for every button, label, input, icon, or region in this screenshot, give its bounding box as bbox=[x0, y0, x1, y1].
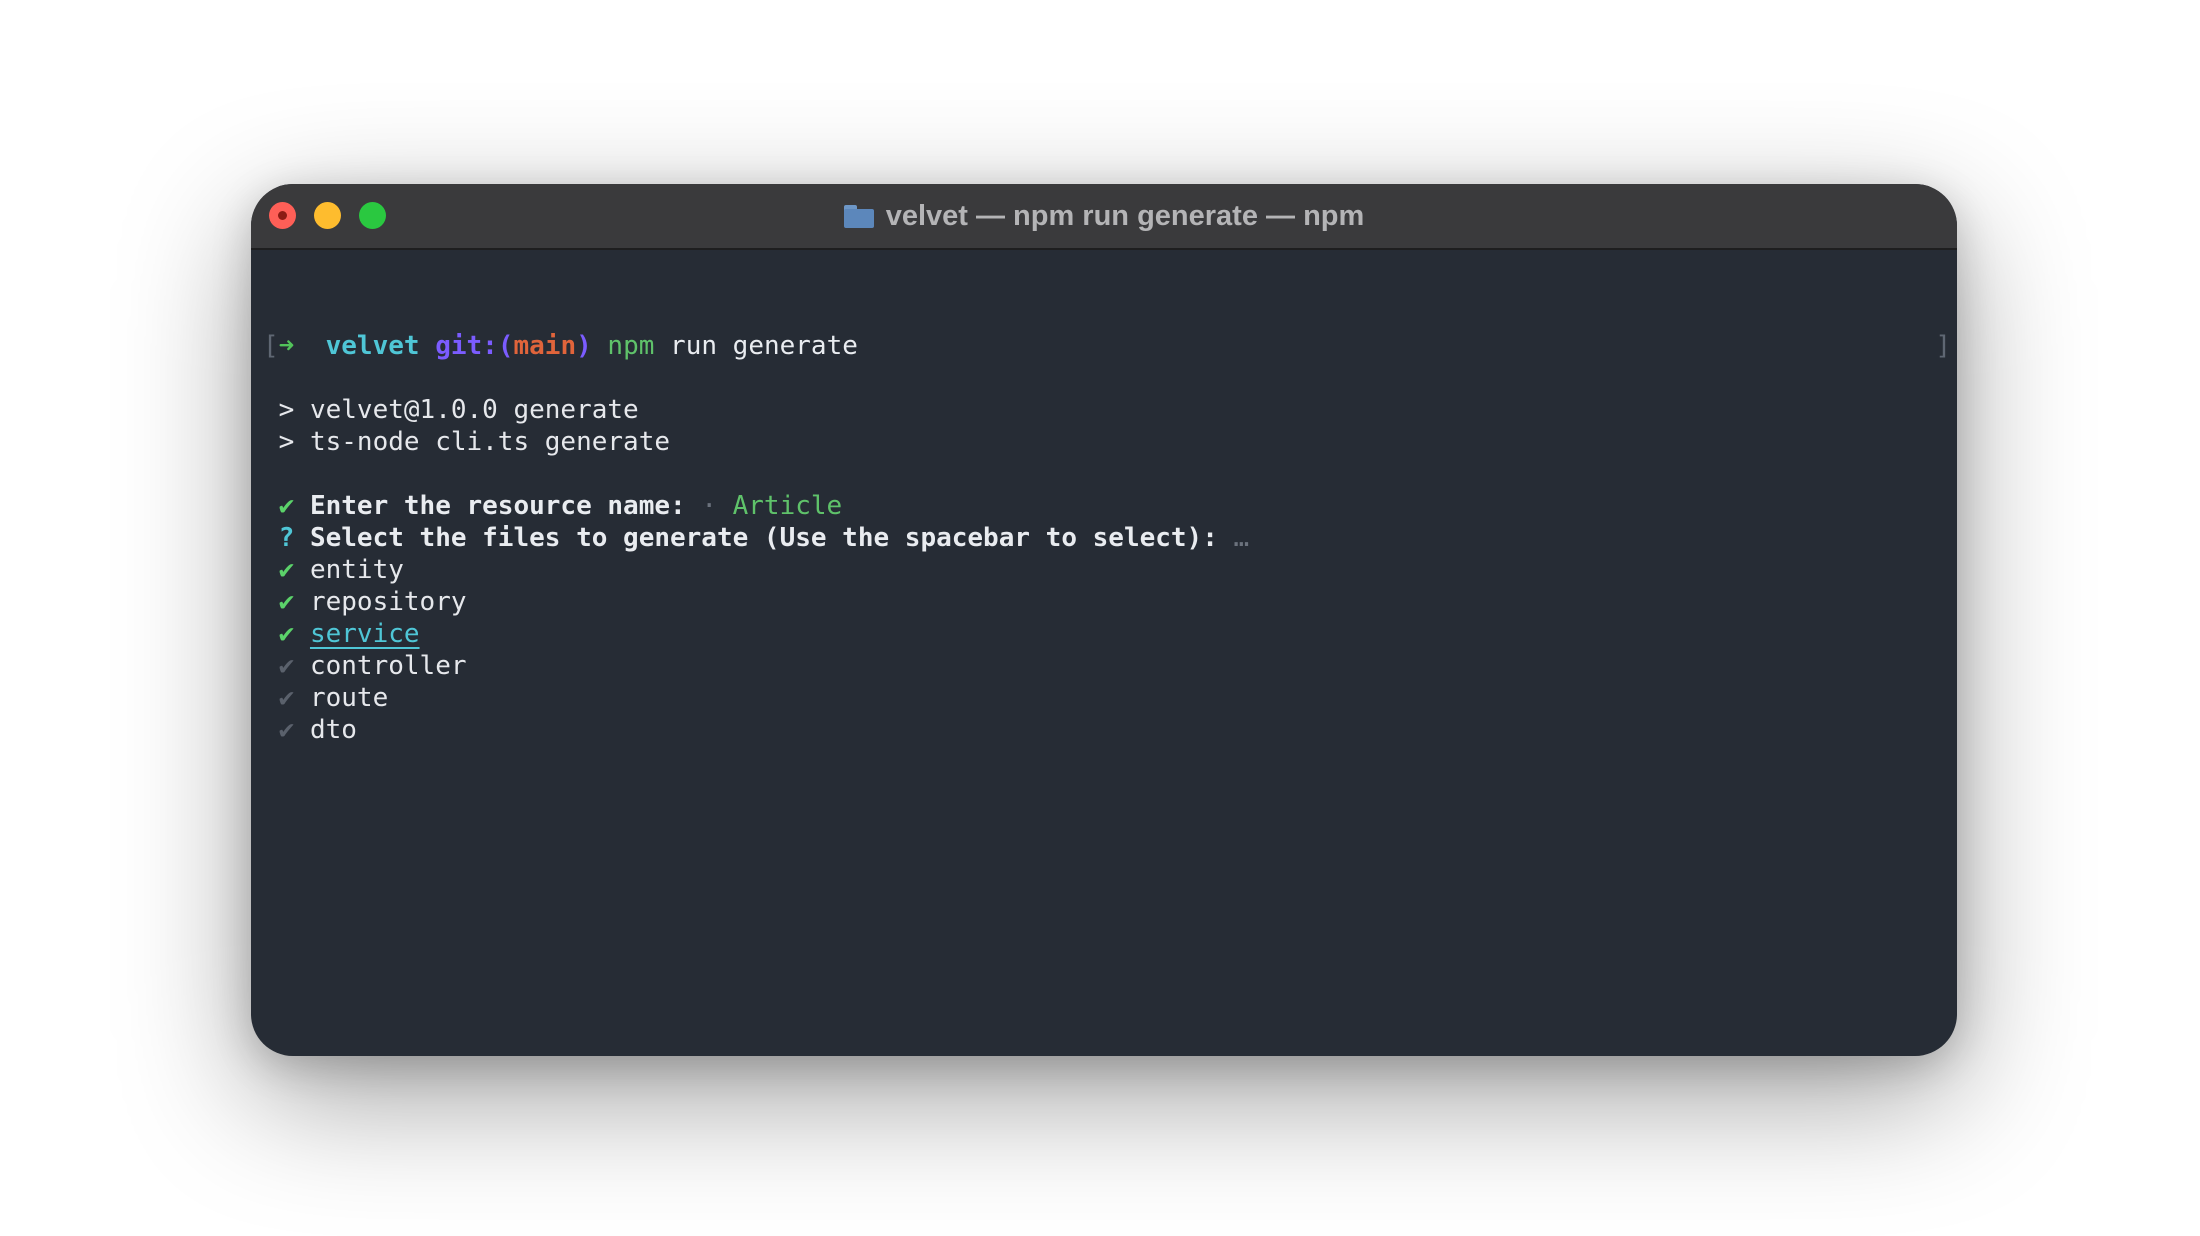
folder-icon bbox=[843, 204, 874, 228]
window-title: velvet — npm run generate — npm bbox=[885, 199, 1365, 232]
git-suffix: ) bbox=[576, 331, 592, 361]
resource-name-answer: Article bbox=[732, 491, 843, 521]
close-button[interactable] bbox=[269, 202, 296, 229]
separator-dot: · bbox=[701, 491, 717, 521]
command-name: npm bbox=[607, 331, 655, 361]
option-route[interactable]: ✔ route bbox=[263, 682, 389, 714]
check-icon: ✔ bbox=[278, 651, 295, 681]
output-line-2: > ts-node cli.ts generate bbox=[263, 426, 670, 458]
resource-name-prompt: ✔ Enter the resource name: · Article bbox=[263, 490, 843, 522]
output-line-1: > velvet@1.0.0 generate bbox=[263, 394, 639, 426]
option-label: dto bbox=[309, 715, 357, 745]
option-label: route bbox=[309, 683, 389, 713]
terminal-window: velvet — npm run generate — npm [➜ velve… bbox=[251, 184, 1957, 1056]
ellipsis: … bbox=[1233, 523, 1250, 553]
prompt-bracket-right: ] bbox=[1935, 331, 1951, 361]
output-marker: > bbox=[278, 395, 295, 425]
output-text: ts-node cli.ts generate bbox=[309, 427, 670, 457]
option-label: controller bbox=[309, 651, 467, 681]
check-icon: ✔ bbox=[278, 587, 295, 617]
option-entity[interactable]: ✔ entity bbox=[263, 554, 404, 586]
prompt-bracket-left: [ bbox=[263, 331, 279, 361]
prompt-line: [➜ velvet git:(main) npm run generate bbox=[263, 330, 858, 362]
option-repository[interactable]: ✔ repository bbox=[263, 586, 467, 618]
git-branch: main bbox=[513, 331, 577, 361]
question-label: Select the files to generate (Use the sp… bbox=[309, 523, 1218, 553]
terminal-content[interactable]: [➜ velvet git:(main) npm run generate ] … bbox=[251, 250, 1957, 1056]
check-icon: ✔ bbox=[278, 619, 295, 649]
command-args: run generate bbox=[670, 331, 858, 361]
zoom-button[interactable] bbox=[359, 202, 386, 229]
option-service[interactable]: ✔ service bbox=[263, 618, 420, 650]
question-label: Enter the resource name: bbox=[309, 491, 686, 521]
title-bar[interactable]: velvet — npm run generate — npm bbox=[251, 184, 1957, 250]
files-select-prompt: ? Select the files to generate (Use the … bbox=[263, 522, 1250, 554]
check-icon: ✔ bbox=[278, 715, 295, 745]
option-dto[interactable]: ✔ dto bbox=[263, 714, 357, 746]
check-icon: ✔ bbox=[278, 491, 295, 521]
option-controller[interactable]: ✔ controller bbox=[263, 650, 467, 682]
check-icon: ✔ bbox=[278, 555, 295, 585]
minimize-button[interactable] bbox=[314, 202, 341, 229]
option-label-focused: service bbox=[309, 619, 420, 649]
prompt-directory: velvet bbox=[325, 331, 420, 361]
option-label: repository bbox=[309, 587, 467, 617]
option-label: entity bbox=[309, 555, 404, 585]
output-marker: > bbox=[278, 427, 295, 457]
prompt-arrow-icon: ➜ bbox=[278, 331, 295, 361]
output-text: velvet@1.0.0 generate bbox=[309, 395, 639, 425]
git-prefix: git:( bbox=[435, 331, 514, 361]
check-icon: ✔ bbox=[278, 683, 295, 713]
question-icon: ? bbox=[278, 523, 295, 553]
